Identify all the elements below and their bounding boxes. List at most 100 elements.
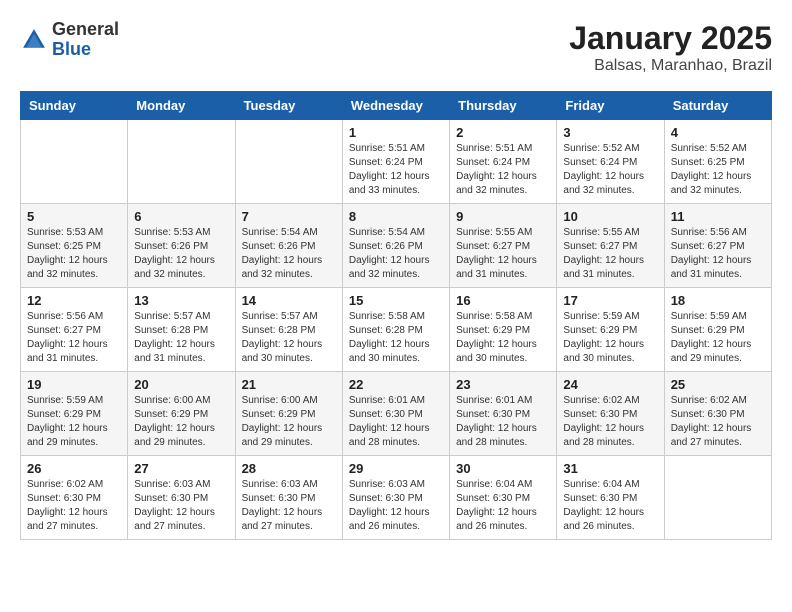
day-number: 2 [456,125,550,140]
day-number: 27 [134,461,228,476]
weekday-header: Friday [557,92,664,120]
day-detail: Sunrise: 5:51 AM Sunset: 6:24 PM Dayligh… [456,142,550,198]
page-title: January 2025 [569,20,772,57]
weekday-header: Wednesday [342,92,449,120]
calendar-week-row: 1 Sunrise: 5:51 AM Sunset: 6:24 PM Daylig… [21,120,772,204]
calendar-cell: 9Sunrise: 5:55 AM Sunset: 6:27 PM Daylig… [450,204,557,288]
calendar-cell: 28Sunrise: 6:03 AM Sunset: 6:30 PM Dayli… [235,456,342,540]
calendar-cell: 3 Sunrise: 5:52 AM Sunset: 6:24 PM Daylig… [557,120,664,204]
day-number: 10 [563,209,657,224]
calendar-cell: 15Sunrise: 5:58 AM Sunset: 6:28 PM Dayli… [342,288,449,372]
day-detail: Sunrise: 5:52 AM Sunset: 6:25 PM Dayligh… [671,142,765,198]
title-block: January 2025 Balsas, Maranhao, Brazil [569,20,772,75]
day-detail: Sunrise: 5:59 AM Sunset: 6:29 PM Dayligh… [563,310,657,366]
calendar-cell: 20 Sunrise: 6:00 AM Sunset: 6:29 PM Dayli… [128,372,235,456]
logo: General Blue [20,20,119,60]
page-subtitle: Balsas, Maranhao, Brazil [569,57,772,75]
day-number: 4 [671,125,765,140]
calendar-cell: 18 Sunrise: 5:59 AM Sunset: 6:29 PM Dayli… [664,288,771,372]
calendar-cell: 16 Sunrise: 5:58 AM Sunset: 6:29 PM Dayli… [450,288,557,372]
calendar-cell [235,120,342,204]
calendar-cell [664,456,771,540]
calendar-cell: 10 Sunrise: 5:55 AM Sunset: 6:27 PM Dayli… [557,204,664,288]
calendar-cell: 12Sunrise: 5:56 AM Sunset: 6:27 PM Dayli… [21,288,128,372]
calendar-cell: 31 Sunrise: 6:04 AM Sunset: 6:30 PM Dayli… [557,456,664,540]
calendar-cell [128,120,235,204]
day-detail: Sunrise: 5:54 AM Sunset: 6:26 PM Dayligh… [242,226,336,282]
day-detail: Sunrise: 6:01 AM Sunset: 6:30 PM Dayligh… [349,394,443,450]
calendar-cell: 11 Sunrise: 5:56 AM Sunset: 6:27 PM Dayli… [664,204,771,288]
calendar-cell: 24Sunrise: 6:02 AM Sunset: 6:30 PM Dayli… [557,372,664,456]
day-number: 3 [563,125,657,140]
calendar-cell: 26 Sunrise: 6:02 AM Sunset: 6:30 PM Dayli… [21,456,128,540]
logo-icon [20,26,48,54]
calendar-cell: 4 Sunrise: 5:52 AM Sunset: 6:25 PM Daylig… [664,120,771,204]
day-number: 13 [134,293,228,308]
day-detail: Sunrise: 5:52 AM Sunset: 6:24 PM Dayligh… [563,142,657,198]
calendar-cell: 19 Sunrise: 5:59 AM Sunset: 6:29 PM Dayli… [21,372,128,456]
calendar-cell: 29Sunrise: 6:03 AM Sunset: 6:30 PM Dayli… [342,456,449,540]
calendar-cell: 25 Sunrise: 6:02 AM Sunset: 6:30 PM Dayli… [664,372,771,456]
day-number: 12 [27,293,121,308]
calendar-cell: 7Sunrise: 5:54 AM Sunset: 6:26 PM Daylig… [235,204,342,288]
day-detail: Sunrise: 6:04 AM Sunset: 6:30 PM Dayligh… [563,478,657,534]
day-detail: Sunrise: 6:02 AM Sunset: 6:30 PM Dayligh… [671,394,765,450]
day-number: 20 [134,377,228,392]
calendar-cell: 17 Sunrise: 5:59 AM Sunset: 6:29 PM Dayli… [557,288,664,372]
day-number: 16 [456,293,550,308]
calendar-cell: 5 Sunrise: 5:53 AM Sunset: 6:25 PM Daylig… [21,204,128,288]
logo-blue-text: Blue [52,39,91,59]
day-detail: Sunrise: 5:58 AM Sunset: 6:28 PM Dayligh… [349,310,443,366]
day-number: 17 [563,293,657,308]
day-number: 23 [456,377,550,392]
day-detail: Sunrise: 5:56 AM Sunset: 6:27 PM Dayligh… [671,226,765,282]
calendar-cell: 2 Sunrise: 5:51 AM Sunset: 6:24 PM Daylig… [450,120,557,204]
day-number: 11 [671,209,765,224]
day-number: 19 [27,377,121,392]
weekday-header: Monday [128,92,235,120]
day-detail: Sunrise: 5:54 AM Sunset: 6:26 PM Dayligh… [349,226,443,282]
calendar-cell: 21Sunrise: 6:00 AM Sunset: 6:29 PM Dayli… [235,372,342,456]
day-number: 30 [456,461,550,476]
day-number: 1 [349,125,443,140]
day-number: 22 [349,377,443,392]
weekday-header: Thursday [450,92,557,120]
day-number: 26 [27,461,121,476]
calendar-header-row: SundayMondayTuesdayWednesdayThursdayFrid… [21,92,772,120]
calendar-cell: 1 Sunrise: 5:51 AM Sunset: 6:24 PM Daylig… [342,120,449,204]
day-detail: Sunrise: 6:03 AM Sunset: 6:30 PM Dayligh… [134,478,228,534]
day-number: 5 [27,209,121,224]
day-detail: Sunrise: 5:55 AM Sunset: 6:27 PM Dayligh… [456,226,550,282]
calendar-week-row: 26 Sunrise: 6:02 AM Sunset: 6:30 PM Dayli… [21,456,772,540]
day-number: 31 [563,461,657,476]
calendar-cell [21,120,128,204]
day-detail: Sunrise: 5:53 AM Sunset: 6:26 PM Dayligh… [134,226,228,282]
day-detail: Sunrise: 5:57 AM Sunset: 6:28 PM Dayligh… [134,310,228,366]
day-number: 14 [242,293,336,308]
day-detail: Sunrise: 5:59 AM Sunset: 6:29 PM Dayligh… [671,310,765,366]
day-number: 18 [671,293,765,308]
day-detail: Sunrise: 5:57 AM Sunset: 6:28 PM Dayligh… [242,310,336,366]
page-header: General Blue January 2025 Balsas, Maranh… [20,20,772,75]
day-detail: Sunrise: 6:00 AM Sunset: 6:29 PM Dayligh… [242,394,336,450]
weekday-header: Sunday [21,92,128,120]
calendar-cell: 22 Sunrise: 6:01 AM Sunset: 6:30 PM Dayli… [342,372,449,456]
day-detail: Sunrise: 6:02 AM Sunset: 6:30 PM Dayligh… [27,478,121,534]
calendar-cell: 23Sunrise: 6:01 AM Sunset: 6:30 PM Dayli… [450,372,557,456]
day-detail: Sunrise: 5:55 AM Sunset: 6:27 PM Dayligh… [563,226,657,282]
calendar-cell: 8Sunrise: 5:54 AM Sunset: 6:26 PM Daylig… [342,204,449,288]
calendar-cell: 30 Sunrise: 6:04 AM Sunset: 6:30 PM Dayli… [450,456,557,540]
day-detail: Sunrise: 5:51 AM Sunset: 6:24 PM Dayligh… [349,142,443,198]
day-detail: Sunrise: 6:00 AM Sunset: 6:29 PM Dayligh… [134,394,228,450]
calendar-week-row: 12Sunrise: 5:56 AM Sunset: 6:27 PM Dayli… [21,288,772,372]
day-detail: Sunrise: 5:53 AM Sunset: 6:25 PM Dayligh… [27,226,121,282]
day-detail: Sunrise: 6:04 AM Sunset: 6:30 PM Dayligh… [456,478,550,534]
day-detail: Sunrise: 6:03 AM Sunset: 6:30 PM Dayligh… [242,478,336,534]
logo-general-text: General [52,19,119,39]
day-detail: Sunrise: 6:02 AM Sunset: 6:30 PM Dayligh… [563,394,657,450]
weekday-header: Tuesday [235,92,342,120]
day-detail: Sunrise: 5:58 AM Sunset: 6:29 PM Dayligh… [456,310,550,366]
day-number: 25 [671,377,765,392]
calendar-cell: 27 Sunrise: 6:03 AM Sunset: 6:30 PM Dayli… [128,456,235,540]
day-detail: Sunrise: 5:59 AM Sunset: 6:29 PM Dayligh… [27,394,121,450]
